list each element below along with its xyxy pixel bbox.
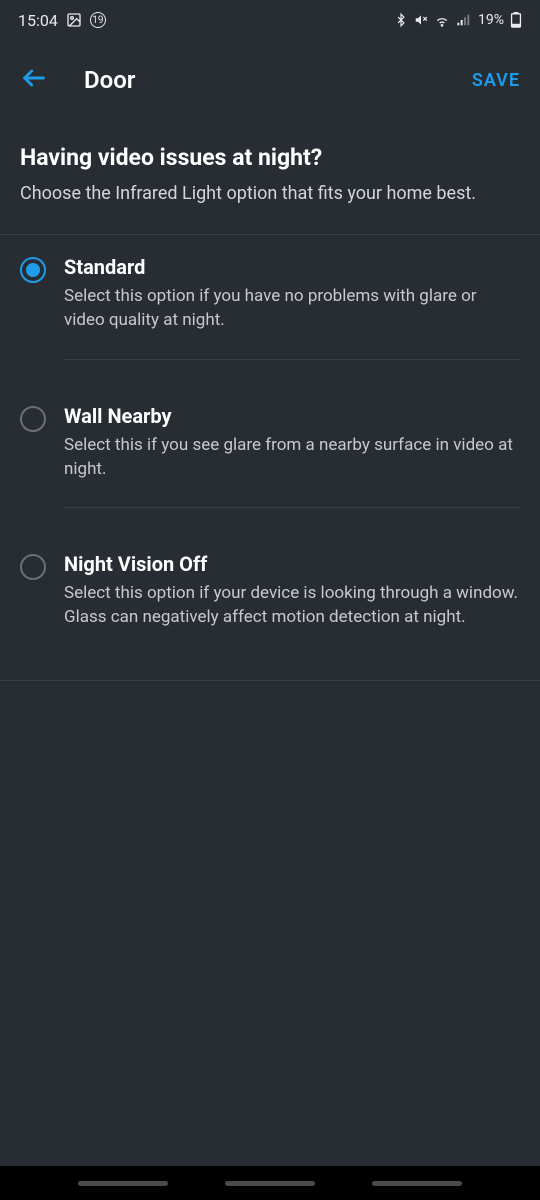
battery-text: 19% bbox=[478, 12, 504, 28]
save-button[interactable]: SAVE bbox=[472, 70, 520, 91]
signal-icon bbox=[456, 12, 472, 28]
options-list: Standard Select this option if you have … bbox=[0, 235, 540, 681]
bluetooth-icon bbox=[394, 13, 408, 27]
option-desc: Select this option if your device is loo… bbox=[64, 582, 520, 630]
intro-subtitle: Choose the Infrared Light option that fi… bbox=[20, 181, 520, 206]
page-title: Door bbox=[84, 66, 472, 94]
option-body: Wall Nearby Select this if you see glare… bbox=[64, 404, 520, 509]
notification-badge: 19 bbox=[90, 12, 106, 28]
nav-home[interactable] bbox=[225, 1181, 315, 1186]
option-body: Standard Select this option if you have … bbox=[64, 255, 520, 360]
status-time: 15:04 bbox=[18, 11, 58, 30]
status-right: 19% bbox=[394, 12, 522, 28]
status-left: 15:04 19 bbox=[18, 11, 106, 30]
app-bar: Door SAVE bbox=[0, 40, 540, 120]
option-standard[interactable]: Standard Select this option if you have … bbox=[0, 235, 540, 384]
option-title: Wall Nearby bbox=[64, 404, 520, 428]
option-desc: Select this if you see glare from a near… bbox=[64, 434, 520, 482]
radio-button[interactable] bbox=[20, 406, 46, 432]
intro-title: Having video issues at night? bbox=[20, 144, 520, 171]
option-body: Night Vision Off Select this option if y… bbox=[64, 552, 520, 656]
option-wall-nearby[interactable]: Wall Nearby Select this if you see glare… bbox=[0, 384, 540, 533]
arrow-left-icon bbox=[20, 64, 48, 96]
option-night-vision-off[interactable]: Night Vision Off Select this option if y… bbox=[0, 532, 540, 680]
radio-button[interactable] bbox=[20, 554, 46, 580]
option-desc: Select this option if you have no proble… bbox=[64, 285, 520, 333]
system-nav-bar bbox=[0, 1166, 540, 1200]
nav-back[interactable] bbox=[372, 1181, 462, 1186]
status-bar: 15:04 19 19% bbox=[0, 0, 540, 40]
battery-icon bbox=[510, 12, 522, 28]
back-button[interactable] bbox=[20, 64, 60, 96]
radio-button[interactable] bbox=[20, 257, 46, 283]
content: Having video issues at night? Choose the… bbox=[0, 120, 540, 1166]
wifi-icon bbox=[434, 12, 450, 28]
option-title: Standard bbox=[64, 255, 520, 279]
mute-icon bbox=[414, 13, 428, 27]
nav-recents[interactable] bbox=[78, 1181, 168, 1186]
intro-section: Having video issues at night? Choose the… bbox=[0, 120, 540, 235]
image-icon bbox=[66, 12, 82, 28]
option-title: Night Vision Off bbox=[64, 552, 520, 576]
